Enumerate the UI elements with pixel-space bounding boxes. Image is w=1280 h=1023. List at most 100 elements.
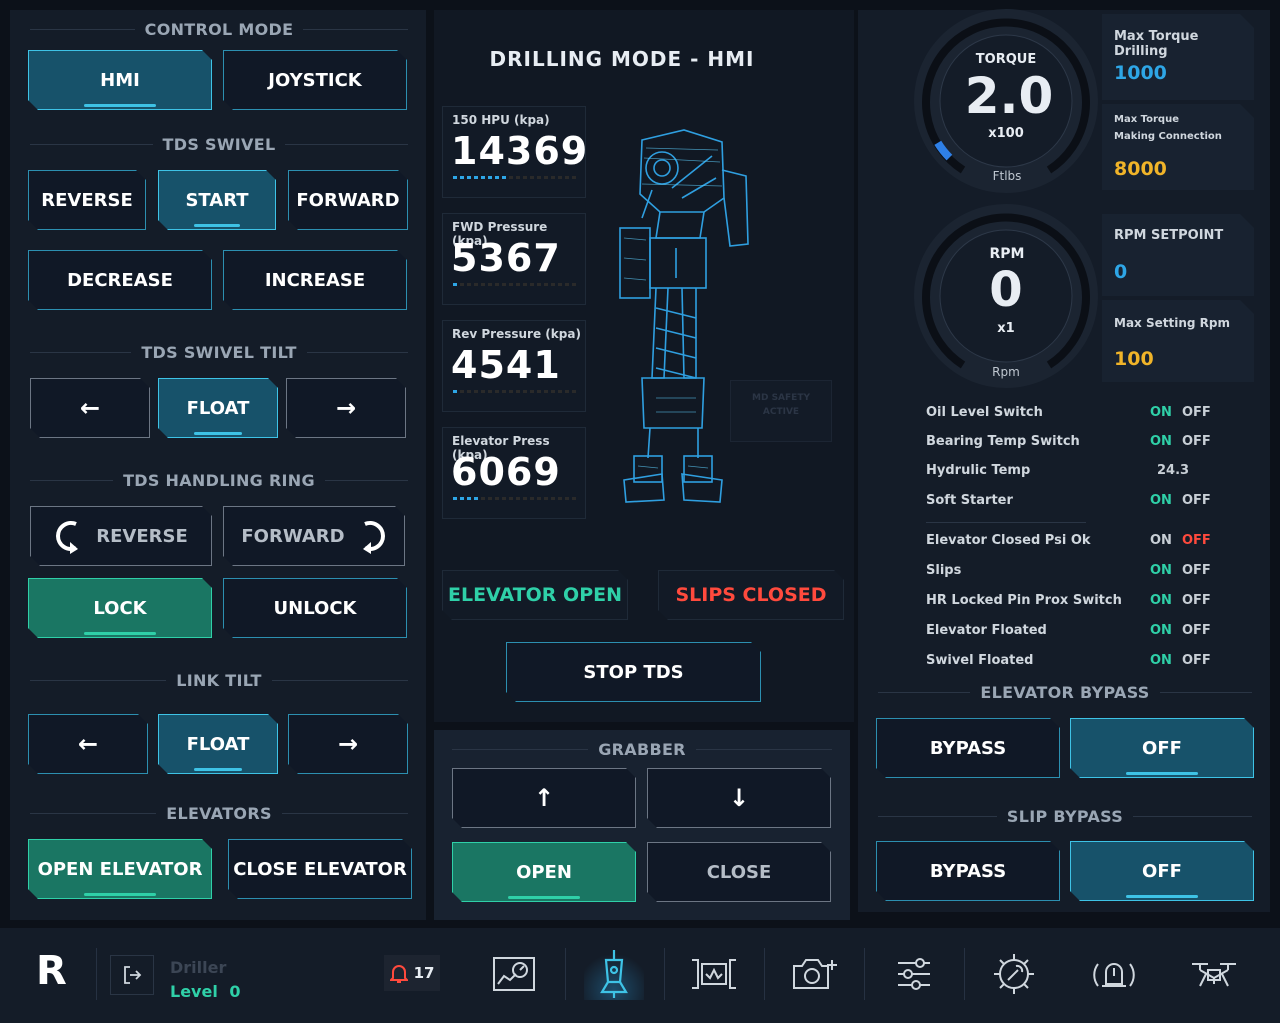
elevator-pressure-value: 6069 — [451, 450, 561, 494]
fwd-pressure-bar-track — [453, 283, 577, 286]
pipe-icon[interactable] — [684, 948, 744, 1000]
ring-forward-button[interactable]: FORWARD — [223, 506, 405, 566]
safety-status-line2: ACTIVE — [762, 407, 800, 417]
close-elevator-button[interactable]: CLOSE ELEVATOR — [228, 839, 412, 899]
drill-icon[interactable] — [584, 948, 644, 1000]
max-torque-drilling-card: Max Torque Drilling 1000 — [1102, 14, 1254, 100]
top-drive-diagram — [619, 129, 749, 503]
link-tilt-left-button[interactable]: ← — [28, 714, 148, 774]
rev-pressure-bar-fill — [453, 390, 459, 393]
slips-closed-status: SLIPS CLOSED — [658, 570, 844, 620]
grabber-close-button[interactable]: CLOSE — [647, 842, 831, 902]
dashboard-icon[interactable] — [484, 948, 544, 1000]
torque-unit: Ftlbs — [992, 169, 1022, 183]
io-name: Oil Level Switch — [926, 405, 1043, 420]
io-slips: Slips ON OFF — [926, 563, 1216, 583]
io-name: HR Locked Pin Prox Switch — [926, 593, 1122, 608]
io-name: Elevator Closed Psi Ok — [926, 533, 1091, 548]
elevator-bypass-off-button[interactable]: OFF — [1070, 718, 1254, 778]
max-torque-making-label2: Making Connection — [1114, 131, 1222, 142]
user-level-value: 0 — [229, 982, 241, 1001]
slip-bypass-header: SLIP BYPASS — [878, 805, 1252, 827]
swivel-reverse-button[interactable]: REVERSE — [28, 170, 146, 230]
grabber-down-button[interactable]: ↓ — [647, 768, 831, 828]
max-setting-rpm-value: 100 — [1114, 348, 1154, 370]
fwd-pressure-value: 5367 — [451, 236, 561, 280]
drone-icon[interactable] — [1184, 948, 1244, 1000]
ring-unlock-button[interactable]: UNLOCK — [223, 578, 407, 638]
swivel-tilt-right-button[interactable]: → — [286, 378, 406, 438]
hpu-pressure-gauge: 150 HPU (kpa) 14369 — [442, 106, 587, 198]
link-tilt-right-button[interactable]: → — [288, 714, 408, 774]
io-on-indicator: ON — [1150, 623, 1172, 638]
rpm-unit: Rpm — [992, 365, 1020, 379]
camera-add-icon[interactable] — [784, 948, 844, 1000]
tds-swivel-tilt-header: TDS SWIVEL TILT — [30, 341, 408, 363]
hmi-button[interactable]: HMI — [28, 50, 212, 110]
alarm-counter[interactable]: 17 — [384, 955, 440, 991]
io-off-indicator: OFF — [1182, 533, 1211, 548]
stop-tds-button[interactable]: STOP TDS — [506, 642, 761, 702]
max-setting-rpm-card: Max Setting Rpm 100 — [1102, 300, 1254, 382]
tds-swivel-header: TDS SWIVEL — [30, 133, 408, 155]
link-tilt-float-button[interactable]: FLOAT — [158, 714, 278, 774]
logout-icon[interactable] — [110, 955, 154, 995]
rpm-label: RPM — [989, 246, 1025, 262]
grabber-open-button[interactable]: OPEN — [452, 842, 636, 902]
rpm-multiplier: x1 — [997, 321, 1015, 336]
io-hydraulic-temp: Hydrulic Temp 24.3 — [926, 463, 1216, 483]
hpu-pressure-bar-fill — [453, 176, 509, 179]
app-logo[interactable]: R — [36, 948, 67, 994]
max-torque-making-card: Max Torque Making Connection 8000 — [1102, 104, 1254, 190]
footer-separator — [864, 948, 865, 1000]
rev-pressure-label: Rev Pressure (kpa) — [452, 327, 581, 341]
fwd-pressure-bar-fill — [453, 283, 459, 286]
elevator-pressure-gauge: Elevator Press (kpa) 6069 — [442, 427, 586, 519]
hpu-pressure-label: 150 HPU (kpa) — [452, 113, 550, 127]
ring-reverse-button[interactable]: REVERSE — [30, 506, 212, 566]
settings-wrench-icon[interactable] — [984, 948, 1044, 1000]
io-on-indicator: ON — [1150, 653, 1172, 668]
swivel-forward-button[interactable]: FORWARD — [288, 170, 408, 230]
io-on-indicator: ON — [1150, 563, 1172, 578]
alarm-count: 17 — [413, 964, 435, 982]
footer-separator — [664, 948, 665, 1000]
ring-reverse-label: REVERSE — [96, 525, 188, 547]
torque-multiplier: x100 — [988, 126, 1024, 141]
grabber-up-button[interactable]: ↑ — [452, 768, 636, 828]
grabber-header: GRABBER — [452, 738, 832, 760]
ring-lock-button[interactable]: LOCK — [28, 578, 212, 638]
rev-pressure-gauge: Rev Pressure (kpa) 4541 — [442, 320, 586, 412]
swivel-tilt-float-button[interactable]: FLOAT — [158, 378, 278, 438]
fwd-pressure-gauge: FWD Pressure (kpa) 5367 — [442, 213, 586, 305]
rotate-ccw-icon — [54, 518, 84, 554]
user-level-label: Level — [170, 982, 218, 1001]
swivel-start-button[interactable]: START — [158, 170, 276, 230]
slip-bypass-off-button[interactable]: OFF — [1070, 841, 1254, 901]
io-on-indicator: ON — [1150, 533, 1172, 548]
elevator-bypass-button[interactable]: BYPASS — [876, 718, 1060, 778]
swivel-increase-button[interactable]: INCREASE — [223, 250, 407, 310]
open-elevator-button[interactable]: OPEN ELEVATOR — [28, 839, 212, 899]
joystick-button[interactable]: JOYSTICK — [223, 50, 407, 110]
rpm-setpoint-card: RPM SETPOINT 0 — [1102, 214, 1254, 296]
rpm-dial: RPM 0 x1 Rpm — [910, 200, 1102, 392]
io-hr-locked-pin: HR Locked Pin Prox Switch ON OFF — [926, 593, 1216, 613]
swivel-tilt-left-button[interactable]: ← — [30, 378, 150, 438]
slip-bypass-button[interactable]: BYPASS — [876, 841, 1060, 901]
swivel-decrease-button[interactable]: DECREASE — [28, 250, 212, 310]
user-level: Level 0 — [170, 982, 241, 1001]
elevator-bypass-header: ELEVATOR BYPASS — [878, 681, 1252, 703]
sliders-icon[interactable] — [884, 948, 944, 1000]
elevator-pressure-bar-fill — [453, 497, 478, 500]
max-torque-making-label1: Max Torque — [1114, 114, 1179, 125]
ring-forward-label: FORWARD — [241, 525, 345, 547]
rev-pressure-bar-track — [453, 390, 577, 393]
io-elevator-closed-psi: Elevator Closed Psi Ok ON OFF — [926, 533, 1216, 553]
max-torque-drilling-label: Max Torque Drilling — [1114, 29, 1199, 59]
safety-status-box: MD SAFETY ACTIVE — [730, 380, 832, 442]
alarm-icon[interactable] — [1084, 948, 1144, 1000]
max-setting-rpm-label: Max Setting Rpm — [1114, 316, 1230, 330]
link-tilt-header: LINK TILT — [30, 669, 408, 691]
control-mode-header: CONTROL MODE — [30, 18, 408, 40]
